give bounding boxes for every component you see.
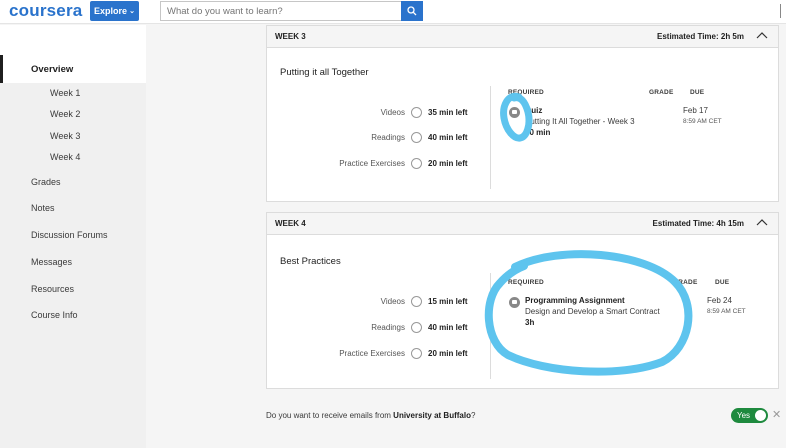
col-required: REQUIRED [508,89,544,96]
email-yes-toggle[interactable]: Yes [731,408,768,423]
row-label-practice: Practice Exercises [339,349,405,358]
org-name: University at Buffalo [393,411,471,420]
sidebar-top-space [0,25,146,55]
sidebar-item-resources[interactable]: Resources [31,284,74,294]
progress-circle-icon [411,158,422,169]
sidebar-item-week-2[interactable]: Week 2 [50,109,80,119]
col-due: DUE [715,279,730,286]
chevron-up-icon[interactable] [756,218,768,228]
sidebar-item-grades[interactable]: Grades [31,177,61,187]
week-4-header[interactable]: WEEK 4 Estimated Time: 4h 15m [267,213,778,235]
search-icon [407,6,417,16]
item-type[interactable]: Quiz [525,106,542,115]
sidebar-item-week-3[interactable]: Week 3 [50,131,80,141]
week-title: Best Practices [280,256,341,267]
sidebar-item-week-1[interactable]: Week 1 [50,88,80,98]
row-time-practice: 20 min left [428,159,468,168]
week-label: WEEK 4 [275,219,306,228]
progress-circle-icon [411,348,422,359]
col-due: DUE [690,89,705,96]
due-date: Feb 17 [683,106,708,115]
search-button[interactable] [401,1,423,21]
due-time: 8:59 AM CET [707,308,746,315]
sidebar-item-label: Overview [31,64,74,75]
sidebar-item-week-4[interactable]: Week 4 [50,152,80,162]
row-time-practice: 20 min left [428,349,468,358]
col-grade: GRADE [649,89,674,96]
chevron-up-icon[interactable] [756,31,768,41]
week-4-card: WEEK 4 Estimated Time: 4h 15m Best Pract… [266,212,779,389]
row-label-readings: Readings [371,133,405,142]
progress-circle-icon [411,322,422,333]
progress-circle-icon [411,107,422,118]
row-time-readings: 40 min left [428,323,468,332]
email-preference-question: Do you want to receive emails from Unive… [266,411,476,420]
progress-circle-icon [411,132,422,143]
row-time-readings: 40 min left [428,133,468,142]
close-icon[interactable]: ✕ [772,408,781,421]
row-label-readings: Readings [371,323,405,332]
item-name[interactable]: Putting It All Together - Week 3 [525,117,635,126]
progress-circle-icon [411,296,422,307]
coursera-logo[interactable]: coursera [9,1,82,21]
top-header: coursera Explore ⌄ [0,0,786,24]
week-title: Putting it all Together [280,67,369,78]
search-input[interactable] [160,1,401,21]
sidebar-item-course-info[interactable]: Course Info [31,310,78,320]
estimated-time: Estimated Time: 2h 5m [657,32,744,41]
column-divider [490,86,491,189]
toggle-label: Yes [737,411,751,420]
row-label-videos: Videos [380,108,405,117]
estimated-time: Estimated Time: 4h 15m [652,219,744,228]
sidebar-item-overview[interactable]: Overview [0,55,146,83]
week-3-header[interactable]: WEEK 3 Estimated Time: 2h 5m [267,26,778,48]
row-label-videos: Videos [380,297,405,306]
due-date: Feb 24 [707,296,732,305]
toggle-knob [755,410,766,421]
col-grade: GRADE [673,279,698,286]
due-time: 8:59 AM CET [683,118,722,125]
row-time-videos: 15 min left [428,297,468,306]
sidebar-item-messages[interactable]: Messages [31,257,72,267]
row-time-videos: 35 min left [428,108,468,117]
lock-icon [509,297,520,308]
header-divider [780,4,786,18]
week-label: WEEK 3 [275,32,306,41]
explore-label: Explore [94,6,128,16]
col-required: REQUIRED [508,279,544,286]
column-divider [490,273,491,379]
item-type[interactable]: Programming Assignment [525,296,625,305]
row-label-practice: Practice Exercises [339,159,405,168]
sidebar-item-notes[interactable]: Notes [31,203,55,213]
explore-button[interactable]: Explore ⌄ [90,1,139,21]
item-name[interactable]: Design and Develop a Smart Contract [525,307,660,316]
item-duration: 30 min [525,128,551,137]
chevron-down-icon: ⌄ [129,8,135,15]
week-3-card: WEEK 3 Estimated Time: 2h 5m Putting it … [266,25,779,202]
lock-icon [509,107,520,118]
item-duration: 3h [525,318,535,327]
sidebar-item-discussion-forums[interactable]: Discussion Forums [31,230,108,240]
